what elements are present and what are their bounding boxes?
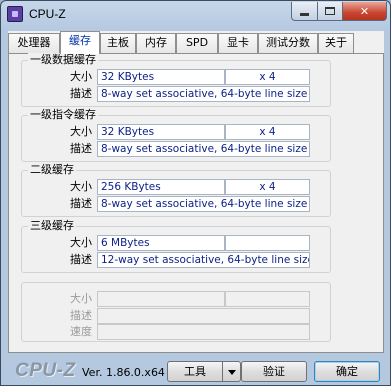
l2-desc-label: 描述 [70,197,92,210]
l1-data-group: 一级数据缓存 大小 32 KBytes x 4 描述 8-way set ass… [21,53,331,107]
maximize-button[interactable] [317,2,343,21]
close-icon: ✕ [359,4,370,18]
version-label: Ver. 1.86.0.x64 [82,366,165,379]
l1-data-title: 一级数据缓存 [28,53,98,67]
l3-desc-field: 12-way set associative, 64-byte line siz… [97,252,310,268]
tab-processor[interactable]: 处理器 [8,33,60,53]
l3-desc-label: 描述 [70,253,92,266]
window-title: CPU-Z [29,7,66,21]
tab-cache[interactable]: 缓存 [60,31,100,54]
l1-data-size-field: 32 KBytes [97,69,225,85]
tools-button[interactable]: 工具 [167,361,223,382]
extra-size-field [97,291,225,307]
l1-inst-desc-label: 描述 [70,142,92,155]
tab-memory[interactable]: 内存 [136,33,176,53]
validate-button[interactable]: 验证 [241,361,307,382]
extra-speed-label: 速度 [70,325,92,338]
extra-desc-label: 描述 [70,309,92,322]
minimize-icon [300,12,309,16]
l1-inst-desc-field: 8-way set associative, 64-byte line size [97,141,310,157]
footer-bar: CPU-Z Ver. 1.86.0.x64 工具 验证 确定 [1,357,390,385]
title-bar[interactable]: CPU-Z ✕ [1,1,390,29]
tab-mainboard[interactable]: 主板 [100,33,136,53]
close-button[interactable]: ✕ [342,2,387,21]
cpuz-app-icon [7,6,23,22]
tab-bench[interactable]: 测试分数 [258,33,318,53]
l1-inst-title: 一级指令缓存 [28,108,98,122]
l4-group-disabled: 大小 描述 速度 [21,282,331,342]
l1-inst-count-field: x 4 [225,124,310,140]
tools-dropdown-button[interactable] [223,361,241,382]
l2-size-label: 大小 [70,180,92,193]
l3-title: 三级缓存 [28,219,76,233]
l3-count-field [225,235,310,251]
extra-count-field [225,291,310,307]
cpuz-brand-logo: CPU-Z [15,360,76,381]
chevron-down-icon [227,370,236,375]
l1-data-count-field: x 4 [225,69,310,85]
extra-desc-field [97,308,310,324]
l1-inst-group: 一级指令缓存 大小 32 KBytes x 4 描述 8-way set ass… [21,108,331,162]
tab-about[interactable]: 关于 [318,33,354,53]
ok-button[interactable]: 确定 [314,361,380,382]
l2-title: 二级缓存 [28,163,76,177]
l3-group: 三级缓存 大小 6 MBytes 描述 12-way set associati… [21,219,331,273]
l1-data-size-label: 大小 [70,70,92,83]
l1-inst-size-label: 大小 [70,125,92,138]
cpuz-window: CPU-Z ✕ 处理器 缓存 主板 内存 SPD 显卡 测试分数 关于 一级数据… [0,0,391,386]
extra-size-label: 大小 [70,292,92,305]
extra-speed-field [97,324,310,340]
l2-size-field: 256 KBytes [97,179,225,195]
tab-graphics[interactable]: 显卡 [218,33,258,53]
l3-size-field: 6 MBytes [97,235,225,251]
minimize-button[interactable] [291,2,318,21]
l2-group: 二级缓存 大小 256 KBytes x 4 描述 8-way set asso… [21,163,331,217]
l1-data-desc-label: 描述 [70,87,92,100]
l3-size-label: 大小 [70,236,92,249]
l1-inst-size-field: 32 KBytes [97,124,225,140]
tab-spd[interactable]: SPD [176,33,218,53]
l2-desc-field: 8-way set associative, 64-byte line size [97,196,310,212]
maximize-icon [325,7,335,15]
l2-count-field: x 4 [225,179,310,195]
l1-data-desc-field: 8-way set associative, 64-byte line size [97,86,310,102]
cache-panel: 一级数据缓存 大小 32 KBytes x 4 描述 8-way set ass… [8,53,384,353]
